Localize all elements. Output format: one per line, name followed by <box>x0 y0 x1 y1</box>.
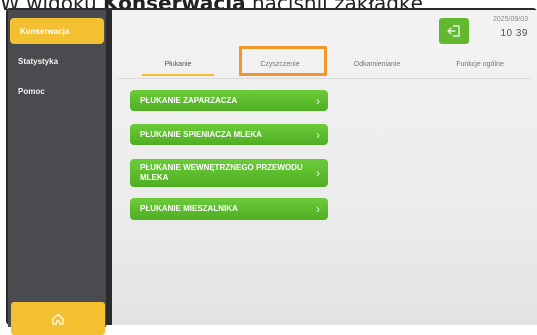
action-label: PŁUKANIE SPIENIACZA MLEKA <box>140 129 262 139</box>
sidebar-item-pomoc[interactable]: Pomoc <box>8 78 106 104</box>
chevron-right-icon: › <box>316 202 320 216</box>
tab-divider <box>118 78 530 79</box>
rinse-internal-milk-line-button[interactable]: PŁUKANIE WEWNĘTRZNEGO PRZEWODU MLEKA › <box>130 159 328 187</box>
action-label: PŁUKANIE WEWNĘTRZNEGO PRZEWODU MLEKA <box>140 163 303 182</box>
highlight-frame <box>239 46 327 76</box>
chevron-right-icon: › <box>316 166 320 180</box>
action-label: PŁUKANIE MIESZALNIKA <box>140 204 238 213</box>
main-content: 2025/09/03 10 39 Płukanie Czyszczenie Od… <box>112 10 537 325</box>
sidebar-item-label: Statystyka <box>18 56 59 66</box>
sidebar: Konserwacja Statystyka Pomoc <box>8 10 106 335</box>
tab-odkamienianie[interactable]: Odkamienianie <box>332 54 422 74</box>
sidebar-item-label: Pomoc <box>18 86 45 96</box>
rinse-mixer-button[interactable]: PŁUKANIE MIESZALNIKA › <box>130 198 328 220</box>
chevron-right-icon: › <box>316 127 320 142</box>
rinse-milk-frother-button[interactable]: PŁUKANIE SPIENIACZA MLEKA › <box>130 124 328 145</box>
home-icon <box>52 313 64 325</box>
chevron-right-icon: › <box>316 93 320 108</box>
tab-label: Funkcje ogólne <box>456 60 504 68</box>
sidebar-item-konserwacja[interactable]: Konserwacja <box>10 18 104 44</box>
sidebar-item-label: Konserwacja <box>20 26 70 36</box>
rinse-brewer-button[interactable]: PŁUKANIE ZAPARZACZA › <box>130 90 328 111</box>
exit-button[interactable] <box>439 18 469 44</box>
logout-icon <box>447 25 460 37</box>
tab-label: Odkamienianie <box>353 60 401 68</box>
time-display: 10 39 <box>500 28 528 39</box>
sidebar-item-statystyka[interactable]: Statystyka <box>8 48 106 74</box>
tab-label: Płukanie <box>164 60 192 68</box>
action-label: PŁUKANIE ZAPARZACZA <box>140 95 238 105</box>
tab-plukanie[interactable]: Płukanie <box>138 54 218 76</box>
tab-funkcje-ogolne[interactable]: Funkcje ogólne <box>428 54 532 74</box>
date-display: 2025/09/03 <box>492 16 528 23</box>
home-button[interactable] <box>11 302 105 335</box>
